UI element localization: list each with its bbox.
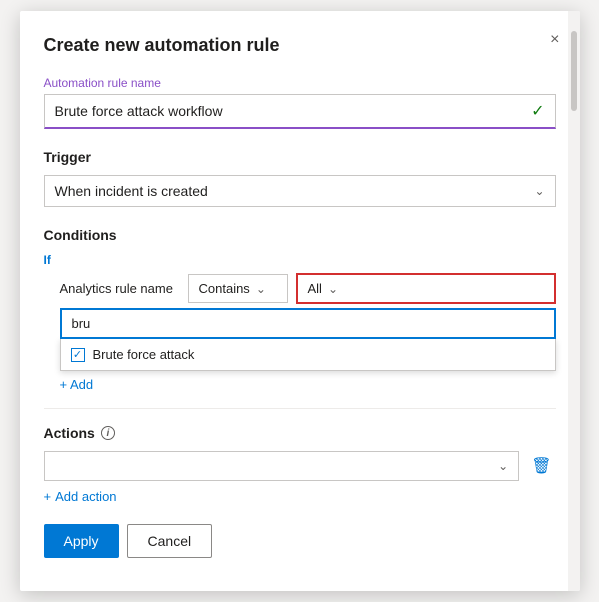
create-automation-rule-dialog: Create new automation rule × Automation … — [20, 11, 580, 591]
trigger-dropdown-arrow: ⌄ — [534, 184, 544, 198]
condition-row: Analytics rule name Contains ⌄ All ⌄ — [60, 273, 556, 304]
brute-force-checkbox[interactable] — [71, 348, 85, 362]
add-action-link[interactable]: + Add action — [44, 489, 117, 504]
action-dropdown-arrow: ⌄ — [498, 459, 508, 473]
brute-force-label: Brute force attack — [93, 347, 195, 362]
search-input[interactable] — [60, 308, 556, 339]
footer: Apply Cancel — [44, 524, 556, 558]
if-label: If — [44, 253, 556, 267]
add-action-label: Add action — [55, 489, 116, 504]
actions-label-row: Actions i — [44, 425, 556, 441]
automation-rule-name-input[interactable] — [55, 103, 532, 119]
condition-field-label: Analytics rule name — [60, 281, 180, 296]
all-dropdown[interactable]: All ⌄ — [296, 273, 556, 304]
add-condition-link[interactable]: + Add — [60, 377, 94, 392]
automation-rule-name-input-container: ✓ — [44, 94, 556, 129]
dropdown-item-brute-force[interactable]: Brute force attack — [61, 339, 555, 370]
scrollbar[interactable] — [568, 11, 580, 591]
info-icon: i — [101, 426, 115, 440]
all-dropdown-value: All — [308, 281, 322, 296]
action-dropdown[interactable]: ⌄ — [44, 451, 520, 481]
automation-rule-name-label: Automation rule name — [44, 76, 556, 90]
checkmark-icon: ✓ — [531, 101, 544, 121]
close-button[interactable]: × — [546, 27, 563, 53]
conditions-label: Conditions — [44, 227, 556, 243]
trigger-dropdown-value: When incident is created — [55, 183, 208, 199]
contains-dropdown-arrow: ⌄ — [256, 282, 266, 296]
all-dropdown-arrow: ⌄ — [328, 282, 338, 296]
dialog-title: Create new automation rule — [44, 35, 556, 56]
action-row: ⌄ 🗑 — [44, 451, 556, 481]
trigger-dropdown[interactable]: When incident is created ⌄ — [44, 175, 556, 207]
apply-button[interactable]: Apply — [44, 524, 119, 558]
actions-label-text: Actions — [44, 425, 95, 441]
contains-dropdown[interactable]: Contains ⌄ — [188, 274, 288, 303]
divider — [44, 408, 556, 409]
trigger-label: Trigger — [44, 149, 556, 165]
trash-icon[interactable]: 🗑 — [527, 452, 555, 480]
cancel-button[interactable]: Cancel — [127, 524, 213, 558]
search-dropdown-container: Brute force attack — [60, 308, 556, 371]
dropdown-list: Brute force attack — [60, 339, 556, 371]
add-action-plus: + — [44, 489, 52, 504]
contains-dropdown-value: Contains — [199, 281, 250, 296]
conditions-section: Conditions If Analytics rule name Contai… — [44, 227, 556, 392]
actions-section: Actions i ⌄ 🗑 + Add action — [44, 425, 556, 504]
scrollbar-thumb — [571, 31, 577, 111]
